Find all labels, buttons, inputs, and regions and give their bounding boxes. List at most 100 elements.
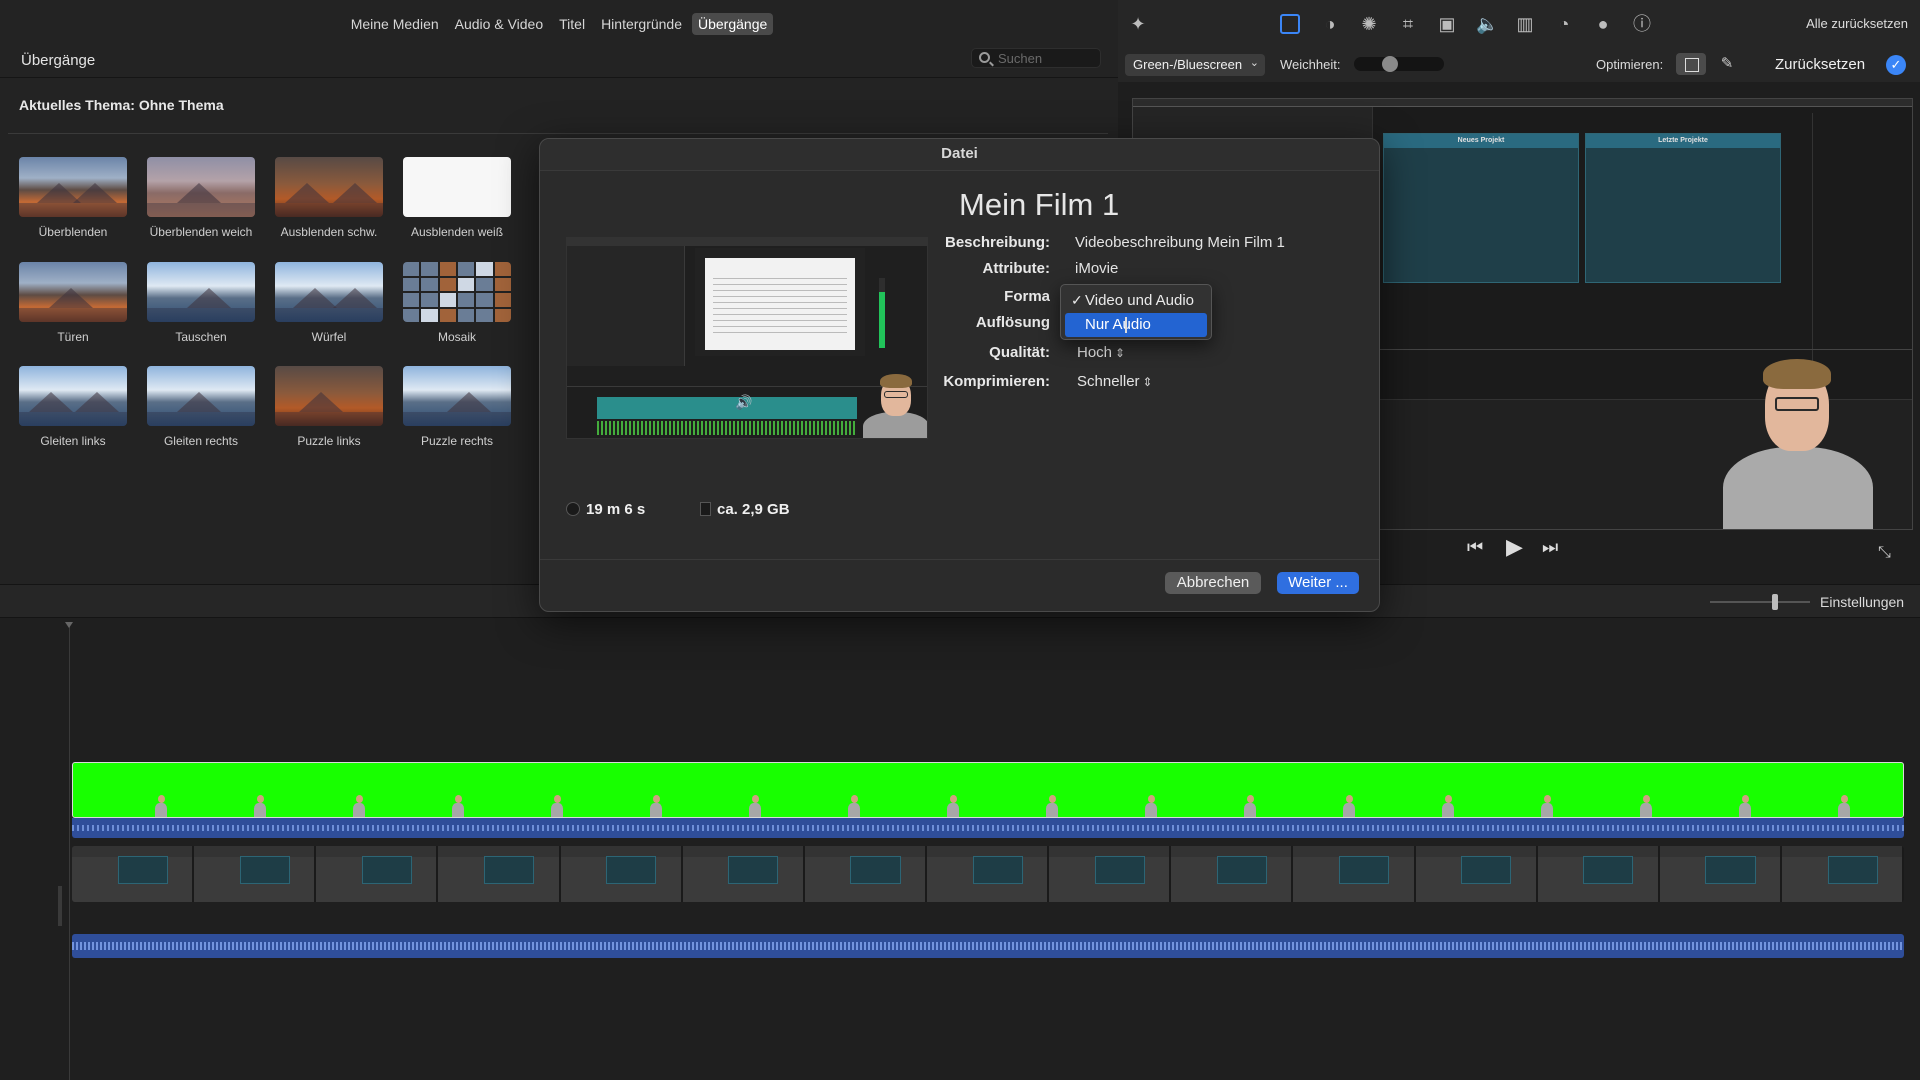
slider-knob[interactable] — [1772, 594, 1778, 610]
search-field[interactable] — [971, 48, 1101, 68]
apply-checkmark-icon[interactable]: ✓ — [1886, 55, 1906, 75]
transition-label: Überblenden — [38, 225, 108, 239]
speaker-icon: 🔊 — [735, 394, 753, 410]
presenter-overlay — [1723, 339, 1873, 529]
divider — [540, 559, 1379, 560]
up-down-chevron-icon: ⇕ — [1142, 375, 1153, 389]
compress-value: Schneller — [1077, 373, 1140, 390]
slide-left-thumbnail — [19, 366, 127, 426]
transition-item[interactable]: Überblenden — [19, 157, 127, 239]
duration-value: 19 m 6 s — [586, 501, 646, 518]
checkmark-icon: ✓ — [1071, 292, 1083, 308]
tab-transitions[interactable]: Übergänge — [692, 13, 774, 35]
optimize-label: Optimieren: — [1596, 57, 1664, 72]
transition-item[interactable]: Puzzle links — [275, 366, 383, 448]
magic-wand-icon[interactable]: ✦ — [1128, 14, 1148, 34]
cancel-button[interactable]: Abbrechen — [1165, 572, 1261, 594]
info-icon[interactable]: ⓘ — [1632, 14, 1652, 34]
film-title[interactable]: Mein Film 1 — [959, 187, 1119, 223]
tab-titles[interactable]: Titel — [553, 13, 591, 35]
viewer-frame-menubar — [1133, 99, 1912, 107]
reset-all-button[interactable]: Alle zurücksetzen — [1806, 16, 1908, 31]
tab-backgrounds[interactable]: Hintergründe — [595, 13, 688, 35]
crop-mask-button[interactable] — [1676, 53, 1706, 75]
transition-label: Tauschen — [175, 330, 227, 344]
green-screen-audio-waveform — [72, 818, 1904, 838]
skip-back-icon[interactable]: ⏮ — [1467, 537, 1483, 558]
transition-item[interactable]: Gleiten links — [19, 366, 127, 448]
effect-bar: Green-/Bluescreen ⌄ Weichheit: Optimiere… — [1118, 48, 1920, 82]
divider — [8, 133, 1108, 134]
play-icon[interactable]: ▶ — [1506, 534, 1523, 560]
tab-my-media[interactable]: Meine Medien — [345, 13, 445, 35]
mountain-lake-soft-thumbnail — [147, 157, 255, 217]
transition-label: Mosaik — [437, 330, 476, 344]
timeline-zoom-slider[interactable] — [1710, 594, 1810, 610]
softness-slider[interactable] — [1354, 56, 1444, 72]
description-value[interactable]: Videobeschreibung Mein Film 1 — [1075, 234, 1285, 251]
effect-type-select[interactable]: Green-/Bluescreen ⌄ — [1125, 54, 1265, 76]
settings-button[interactable]: Einstellungen — [1820, 594, 1904, 610]
search-input[interactable] — [998, 50, 1096, 66]
attributes-value[interactable]: iMovie — [1075, 260, 1118, 277]
dialog-title: Datei — [941, 145, 978, 162]
slider-knob[interactable] — [1382, 56, 1398, 72]
green-screen-clip[interactable] — [72, 762, 1904, 818]
tab-audio-video[interactable]: Audio & Video — [449, 13, 549, 35]
transition-item[interactable]: Überblenden weich — [147, 157, 255, 239]
timeline[interactable] — [0, 618, 1920, 1080]
transition-item[interactable]: Tauschen — [147, 262, 255, 344]
transition-label: Türen — [57, 330, 89, 344]
fullscreen-icon[interactable]: ⤡ — [1878, 544, 1891, 562]
transition-item[interactable]: Würfel — [275, 262, 383, 344]
color-correction-icon[interactable]: ✺ — [1359, 14, 1379, 34]
reset-button[interactable]: Zurücksetzen — [1775, 56, 1865, 73]
resolution-label: Auflösung — [975, 314, 1050, 331]
volume-icon[interactable]: 🔈 — [1476, 14, 1498, 34]
transition-label: Überblenden weich — [149, 225, 253, 239]
transition-label: Gleiten links — [40, 434, 106, 448]
transition-item[interactable]: Ausblenden schw. — [275, 157, 383, 239]
equalizer-icon[interactable]: ▥ — [1515, 14, 1535, 34]
playhead[interactable] — [65, 622, 73, 1080]
mountain-lake-dark-thumbnail — [275, 157, 383, 217]
inspector-toolbar: ✦ ◑ ✺ ⌗ ▣ 🔈 ▥ ◔ ● ⓘ Alle zurücksetzen — [1118, 0, 1920, 48]
transition-item[interactable]: Puzzle rechts — [403, 366, 511, 448]
transition-item[interactable]: Gleiten rechts — [147, 366, 255, 448]
format-option-video-audio[interactable]: ✓ Video und Audio — [1065, 289, 1207, 313]
compress-select[interactable]: Schneller ⇕ — [1077, 373, 1153, 390]
video-overlay-icon[interactable] — [1280, 14, 1300, 34]
up-down-chevron-icon: ⇕ — [1115, 346, 1126, 360]
screen-recording-clip[interactable] — [72, 846, 1904, 902]
puzzle-left-thumbnail — [275, 366, 383, 426]
white-thumbnail — [403, 157, 511, 217]
clip-filter-icon[interactable]: ● — [1593, 14, 1613, 34]
viewer-recent-projects-title: Letzte Projekte — [1586, 134, 1780, 148]
file-size-value: ca. 2,9 GB — [717, 501, 790, 518]
speed-icon[interactable]: ◔ — [1554, 14, 1574, 34]
doors-thumbnail — [19, 262, 127, 322]
quality-select[interactable]: Hoch ⇕ — [1077, 344, 1125, 361]
attributes-label: Attribute: — [982, 260, 1051, 277]
description-label: Beschreibung: — [944, 234, 1050, 251]
duration-info: 19 m 6 s — [566, 501, 645, 518]
mosaic-thumbnail — [403, 262, 511, 322]
format-option-label: Nur Audio — [1085, 316, 1151, 333]
format-dropdown-menu: ✓ Video und Audio Nur Audio — [1060, 284, 1212, 340]
transition-label: Ausblenden schw. — [280, 225, 378, 239]
next-button[interactable]: Weiter ... — [1277, 572, 1359, 594]
compress-label: Komprimieren: — [943, 373, 1050, 390]
transition-item[interactable]: Türen — [19, 262, 127, 344]
stabilization-icon[interactable]: ▣ — [1437, 14, 1457, 34]
color-balance-icon[interactable]: ◑ — [1320, 14, 1340, 34]
skip-forward-icon[interactable]: ⏭ — [1542, 537, 1558, 558]
cleanup-brush-button[interactable]: ✎ — [1712, 53, 1742, 75]
transition-item[interactable]: Mosaik — [403, 262, 511, 344]
crop-icon[interactable]: ⌗ — [1398, 14, 1418, 34]
format-option-label: Video und Audio — [1085, 292, 1194, 309]
media-tabs: Meine Medien Audio & Video Titel Hinterg… — [0, 0, 1118, 48]
format-option-audio-only[interactable]: Nur Audio — [1065, 313, 1207, 337]
slide-right-thumbnail — [147, 366, 255, 426]
screen-recording-audio-waveform — [72, 934, 1904, 958]
transition-item[interactable]: Ausblenden weiß — [403, 157, 511, 239]
